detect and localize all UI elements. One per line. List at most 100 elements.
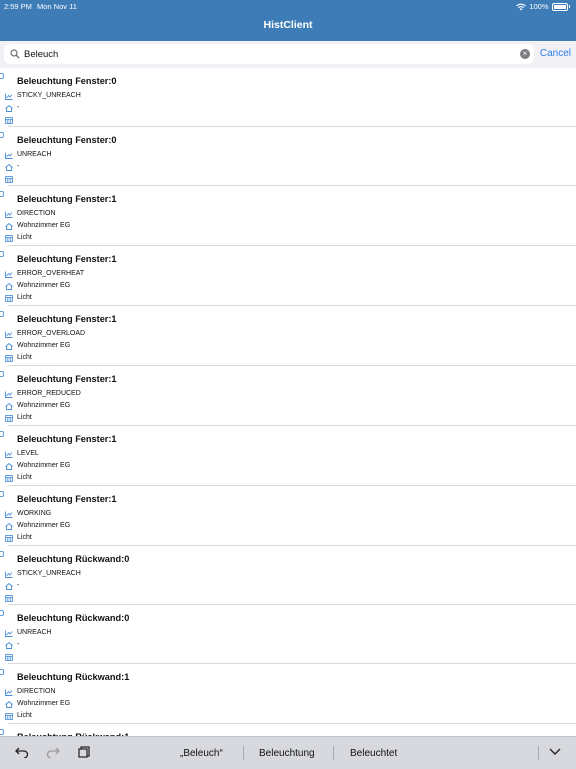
- datapoint-icon: [5, 689, 13, 701]
- channel-icon: [0, 249, 4, 259]
- undo-icon[interactable]: [15, 746, 29, 758]
- item-name-text: Beleuchtung Fenster:1: [17, 254, 117, 264]
- item-state-text: UNREACH: [17, 629, 52, 636]
- list-item[interactable]: Beleuchtung Fenster:1 DIRECTION Wohnzimmer…: [0, 186, 576, 246]
- channel-icon: [0, 309, 4, 319]
- item-room-text: Wohnzimmer EG: [17, 462, 71, 469]
- item-room-text: -: [17, 163, 20, 170]
- list-item[interactable]: Beleuchtung Fenster:1 ERROR_OVERHEAT Wohnz…: [0, 246, 576, 306]
- paste-icon[interactable]: [78, 746, 90, 758]
- item-room-text: -: [17, 104, 20, 111]
- item-name-text: Beleuchtung Fenster:0: [17, 76, 117, 86]
- channel-icon: [0, 369, 4, 379]
- item-state-text: STICKY_UNREACH: [17, 92, 81, 99]
- item-room: Wohnzimmer EG: [5, 220, 576, 232]
- search-icon: [10, 49, 20, 59]
- item-room-text: Wohnzimmer EG: [17, 700, 71, 707]
- channel-icon: [0, 71, 4, 81]
- list-item[interactable]: Beleuchtung Rückwand:1 DIRECTION Wohnzimme…: [0, 664, 576, 724]
- list-item[interactable]: Beleuchtung Rückwand:0 STICKY_UNREACH -: [0, 546, 576, 605]
- item-state-text: ERROR_OVERLOAD: [17, 330, 86, 337]
- item-state: ERROR_OVERLOAD: [5, 328, 576, 340]
- search-bar: × Cancel: [0, 41, 576, 68]
- item-room-text: Wohnzimmer EG: [17, 222, 71, 229]
- datapoint-icon: [5, 571, 13, 583]
- datapoint-icon: [5, 211, 13, 223]
- item-name-text: Beleuchtung Fenster:1: [17, 194, 117, 204]
- item-name: Beleuchtung Fenster:0: [0, 73, 576, 90]
- item-state-text: DIRECTION: [17, 210, 56, 217]
- channel-icon: [0, 549, 4, 559]
- item-state: UNREACH: [5, 627, 576, 639]
- datapoint-icon: [5, 451, 13, 463]
- item-name: Beleuchtung Fenster:1: [0, 251, 576, 268]
- navigation-bar: 2:59 PM Mon Nov 11 100% HistClient: [0, 0, 576, 41]
- item-room: Wohnzimmer EG: [5, 698, 576, 710]
- dismiss-keyboard-icon[interactable]: [549, 748, 561, 756]
- suggestion-2[interactable]: Beleuchtung: [259, 748, 315, 759]
- item-state: ERROR_REDUCED: [5, 388, 576, 400]
- item-function-text: Licht: [17, 414, 32, 421]
- suggestion-3[interactable]: Beleuchtet: [350, 748, 397, 759]
- datapoint-icon: [5, 391, 13, 403]
- item-function: Licht: [5, 710, 576, 722]
- datapoint-icon: [5, 630, 13, 642]
- list-item[interactable]: Beleuchtung Fenster:0 UNREACH -: [0, 127, 576, 186]
- channel-icon: [0, 667, 4, 677]
- item-name: Beleuchtung Fenster:1: [0, 371, 576, 388]
- item-function: [5, 114, 576, 126]
- item-room-text: -: [17, 582, 20, 589]
- item-room-text: Wohnzimmer EG: [17, 282, 71, 289]
- item-function-text: Licht: [17, 474, 32, 481]
- item-function: [5, 651, 576, 663]
- item-name: Beleuchtung Fenster:1: [0, 491, 576, 508]
- item-room: -: [5, 580, 576, 592]
- item-room: -: [5, 161, 576, 173]
- item-function-text: Licht: [17, 354, 32, 361]
- item-room: Wohnzimmer EG: [5, 400, 576, 412]
- list-item[interactable]: Beleuchtung Fenster:1 LEVEL Wohnzimmer EG L…: [0, 426, 576, 486]
- room-icon: [5, 164, 13, 176]
- list-item[interactable]: Beleuchtung Fenster:1 ERROR_REDUCED Wohnzi…: [0, 366, 576, 426]
- item-state: ERROR_OVERHEAT: [5, 268, 576, 280]
- datapoint-icon: [5, 271, 13, 283]
- item-name-text: Beleuchtung Fenster:0: [17, 135, 117, 145]
- datapoint-icon: [5, 511, 13, 523]
- item-name-text: Beleuchtung Fenster:1: [17, 494, 117, 504]
- channel-icon: [0, 608, 4, 618]
- list-item[interactable]: Beleuchtung Rückwand:0 UNREACH -: [0, 605, 576, 664]
- suggestion-1[interactable]: „Beleuch“: [180, 748, 223, 759]
- room-icon: [5, 583, 13, 595]
- redo-icon[interactable]: [46, 746, 60, 758]
- item-room-text: Wohnzimmer EG: [17, 402, 71, 409]
- search-input[interactable]: [24, 46, 504, 62]
- item-state: DIRECTION: [5, 208, 576, 220]
- room-icon: [5, 403, 13, 415]
- suggestion-divider: [333, 746, 334, 760]
- page-title: HistClient: [263, 19, 313, 31]
- list-item[interactable]: Beleuchtung Rückwand:1: [0, 724, 576, 736]
- item-function: Licht: [5, 532, 576, 544]
- clear-search-icon[interactable]: ×: [520, 49, 530, 59]
- cancel-button[interactable]: Cancel: [540, 48, 571, 59]
- item-state: STICKY_UNREACH: [5, 568, 576, 580]
- datapoint-icon: [5, 331, 13, 343]
- item-state: LEVEL: [5, 448, 576, 460]
- item-function: [5, 592, 576, 604]
- item-function: Licht: [5, 472, 576, 484]
- item-function: [5, 173, 576, 185]
- item-name-text: Beleuchtung Fenster:1: [17, 434, 117, 444]
- list-item[interactable]: Beleuchtung Fenster:1 WORKING Wohnzimmer E…: [0, 486, 576, 546]
- battery-tip: [568, 5, 570, 8]
- item-function: Licht: [5, 292, 576, 304]
- list-item[interactable]: Beleuchtung Fenster:1 ERROR_OVERLOAD Wohnz…: [0, 306, 576, 366]
- item-name: Beleuchtung Fenster:1: [0, 311, 576, 328]
- room-icon: [5, 642, 13, 654]
- room-icon: [5, 463, 13, 475]
- list-item[interactable]: Beleuchtung Fenster:0 STICKY_UNREACH -: [0, 68, 576, 127]
- item-room-text: -: [17, 641, 20, 648]
- item-name: Beleuchtung Fenster:1: [0, 191, 576, 208]
- room-icon: [5, 343, 13, 355]
- item-function-text: Licht: [17, 234, 32, 241]
- search-field[interactable]: ×: [4, 44, 534, 64]
